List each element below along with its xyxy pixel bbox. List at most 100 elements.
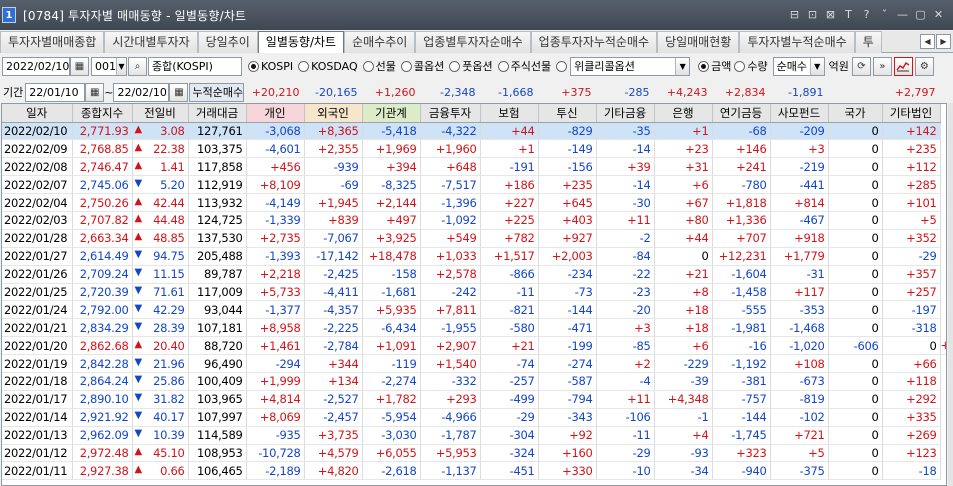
base-date-field[interactable]: 2022/02/10 bbox=[2, 56, 70, 76]
table-row[interactable]: 2022/01/11 2,927.38 ▲ 0.66 106,465 -2,189 +4,8… bbox=[2, 461, 946, 481]
table-row[interactable]: 2022/02/04 2,750.26 ▲ 42.44 113,932 -4,149 +1,… bbox=[2, 193, 946, 212]
maximize-icon[interactable]: ▢ bbox=[912, 7, 929, 23]
value-cell: -2,527 bbox=[304, 390, 363, 409]
tab-4[interactable]: 순매수추이 bbox=[344, 31, 416, 53]
market-radio-2[interactable]: 선물 bbox=[362, 58, 396, 74]
tab-scroll-right-icon[interactable]: ▶ bbox=[936, 34, 951, 49]
value-cell: +4,814 bbox=[246, 390, 305, 409]
tab-5[interactable]: 업종별투자자순매수 bbox=[415, 31, 531, 53]
value-cell: -2,225 bbox=[304, 318, 363, 338]
market-radio-1[interactable]: KOSDAQ bbox=[298, 58, 358, 74]
table-row[interactable]: 2022/01/27 2,614.49 ▼ 94.75 205,488 -1,393 -17… bbox=[2, 247, 946, 266]
table-row[interactable]: 2022/01/24 2,792.00 ▼ 42.29 93,044 -1,377 -4,3… bbox=[2, 300, 946, 320]
calendar-icon[interactable]: ▦ bbox=[70, 56, 89, 76]
tab-8[interactable]: 투자자별누적순매수 bbox=[739, 31, 855, 53]
column-header-투신[interactable]: 투신 bbox=[538, 104, 597, 123]
tab-scroll-left-icon[interactable]: ◀ bbox=[920, 34, 935, 49]
column-header-전일비[interactable]: 전일비 bbox=[132, 104, 189, 123]
refresh-icon[interactable]: ⟳ bbox=[851, 56, 871, 76]
value-cell: +257 bbox=[882, 283, 941, 302]
column-header-종합지수[interactable]: 종합지수 bbox=[72, 104, 133, 123]
table-row[interactable]: 2022/01/21 2,834.29 ▼ 28.39 107,181 +8,958 -2,… bbox=[2, 318, 946, 338]
pin-icon[interactable]: ˇ bbox=[876, 7, 893, 23]
screen-icon[interactable]: ⊟ bbox=[786, 7, 803, 23]
next-icon[interactable]: » bbox=[872, 56, 892, 76]
table-row[interactable]: 2022/01/28 2,663.34 ▲ 48.85 137,530 +2,735 -7,… bbox=[2, 229, 946, 248]
table-row[interactable]: 2022/01/20 2,862.68 ▲ 20.40 88,720 +1,461 -2,7… bbox=[2, 336, 946, 356]
column-header-기관계[interactable]: 기관계 bbox=[362, 104, 421, 123]
column-header-은행[interactable]: 은행 bbox=[654, 104, 713, 123]
value-cell: -20 bbox=[596, 300, 655, 320]
value-cell: +403 bbox=[538, 211, 597, 230]
table-row[interactable]: 2022/01/18 2,864.24 ▼ 25.86 100,409 +1,999 +13… bbox=[2, 372, 946, 391]
tab-9[interactable]: 투 bbox=[854, 31, 882, 53]
table-row[interactable]: 2022/01/25 2,720.39 ▼ 71.61 117,009 +5,733 -4,… bbox=[2, 283, 946, 302]
table-row[interactable]: 2022/01/13 2,962.09 ▼ 10.39 114,589 -935 +3,73… bbox=[2, 426, 946, 445]
window-number-badge[interactable]: 1 bbox=[2, 7, 16, 23]
value-cell: +2,218 bbox=[246, 265, 305, 284]
value-cell: +6 bbox=[654, 336, 713, 356]
minimize-icon[interactable]: — bbox=[894, 7, 911, 23]
column-header-거래대금[interactable]: 거래대금 bbox=[188, 104, 247, 123]
settings-gear-icon[interactable]: ⚙ bbox=[914, 56, 934, 76]
quantity-radio[interactable]: 수량 bbox=[734, 58, 768, 74]
value-cell: -2,457 bbox=[304, 408, 363, 427]
table-row[interactable]: 2022/01/19 2,842.28 ▼ 21.96 96,490 -294 +344 -1… bbox=[2, 354, 946, 373]
column-header-연기금등[interactable]: 연기금등 bbox=[712, 104, 771, 123]
table-row[interactable]: 2022/01/17 2,890.10 ▼ 31.82 103,965 +4,814 -2,… bbox=[2, 390, 946, 409]
help-icon[interactable]: ? bbox=[858, 7, 875, 23]
table-row[interactable]: 2022/02/09 2,768.85 ▲ 22.38 103,375 -4,601 +2,… bbox=[2, 139, 946, 159]
tab-7[interactable]: 당일매매현황 bbox=[657, 31, 740, 53]
calendar-from-icon[interactable]: ▦ bbox=[85, 82, 105, 102]
value-cell: +344 bbox=[304, 354, 363, 373]
value-cell: -73 bbox=[538, 283, 597, 302]
table-row[interactable]: 2022/01/14 2,921.92 ▼ 40.17 107,997 +8,069 -2,… bbox=[2, 408, 946, 427]
tab-6[interactable]: 업종투자자누적순매수 bbox=[530, 31, 658, 53]
tab-2[interactable]: 당일추이 bbox=[197, 31, 258, 53]
value-cell: 0 bbox=[828, 229, 883, 248]
market-radio-5[interactable]: 주식선물 bbox=[497, 58, 551, 74]
market-radio-4[interactable]: 풋옵션 bbox=[449, 58, 493, 74]
search-icon[interactable]: ⌕ bbox=[128, 56, 147, 76]
value-cell: -2,189 bbox=[246, 461, 305, 481]
column-header-국가[interactable]: 국가 bbox=[828, 104, 883, 123]
tab-0[interactable]: 투자자별매매종합 bbox=[0, 31, 105, 53]
table-row[interactable]: 2022/02/07 2,745.06 ▼ 5.20 112,919 +8,109 -69-… bbox=[2, 175, 946, 195]
print-icon[interactable]: ⊠ bbox=[822, 7, 839, 23]
period-from-field[interactable]: 22/01/10 bbox=[25, 82, 86, 102]
market-code-select[interactable]: 001 ▼ bbox=[91, 56, 127, 76]
trade-mode-value: 순매수 bbox=[776, 60, 808, 73]
table-row[interactable]: 2022/02/03 2,707.82 ▲ 44.48 124,725 -1,339 +83… bbox=[2, 211, 946, 230]
column-header-기타법인[interactable]: 기타법인 bbox=[882, 104, 941, 123]
weekly-option-radio[interactable] bbox=[556, 60, 569, 72]
close-icon[interactable]: ✕ bbox=[930, 7, 947, 23]
tab-1[interactable]: 시간대별투자자 bbox=[104, 31, 198, 53]
turnover-cell: 96,490 bbox=[188, 354, 247, 373]
column-header-개인[interactable]: 개인 bbox=[246, 104, 305, 123]
tab-3[interactable]: 일별동향/차트 bbox=[257, 31, 345, 53]
weekly-option-select[interactable]: 위클리콜옵션 ▼ bbox=[570, 56, 691, 76]
value-cell: +1,999 bbox=[246, 372, 305, 391]
calendar-to-icon[interactable]: ▦ bbox=[169, 82, 189, 102]
column-header-일자[interactable]: 일자 bbox=[2, 104, 73, 123]
column-header-사모펀드[interactable]: 사모펀드 bbox=[770, 104, 829, 123]
market-radio-0[interactable]: KOSPI bbox=[248, 58, 293, 74]
value-cell: +2 bbox=[596, 354, 655, 373]
table-row[interactable]: 2022/02/08 2,746.47 ▲ 1.41 117,858 +456 -939 +3… bbox=[2, 157, 946, 177]
amount-radio[interactable]: 금액 bbox=[698, 58, 731, 74]
column-header-기타금융[interactable]: 기타금융 bbox=[596, 104, 655, 123]
font-size-icon[interactable]: T bbox=[840, 7, 857, 23]
value-cell: -11 bbox=[480, 283, 539, 302]
vertical-scrollbar[interactable] bbox=[948, 103, 953, 486]
column-header-금융투자[interactable]: 금융투자 bbox=[420, 104, 481, 123]
column-header-외국인[interactable]: 외국인 bbox=[304, 104, 363, 123]
table-row[interactable]: 2022/02/10 2,771.93 ▲ 3.08 127,761 -3,068 +8,3… bbox=[2, 122, 946, 141]
link-icon[interactable]: ⊡ bbox=[804, 7, 821, 23]
chart-icon[interactable] bbox=[893, 56, 913, 76]
column-header-보험[interactable]: 보험 bbox=[480, 104, 539, 123]
market-radio-3[interactable]: 콜옵션 bbox=[400, 58, 444, 74]
period-to-field[interactable]: 22/02/10 bbox=[113, 82, 170, 102]
table-row[interactable]: 2022/01/26 2,709.24 ▼ 11.15 89,787 +2,218 -2,4… bbox=[2, 265, 946, 284]
trade-mode-select[interactable]: 순매수 ▼ bbox=[772, 56, 825, 76]
table-row[interactable]: 2022/01/12 2,972.48 ▲ 45.10 108,953 -10,728 +4… bbox=[2, 444, 946, 463]
